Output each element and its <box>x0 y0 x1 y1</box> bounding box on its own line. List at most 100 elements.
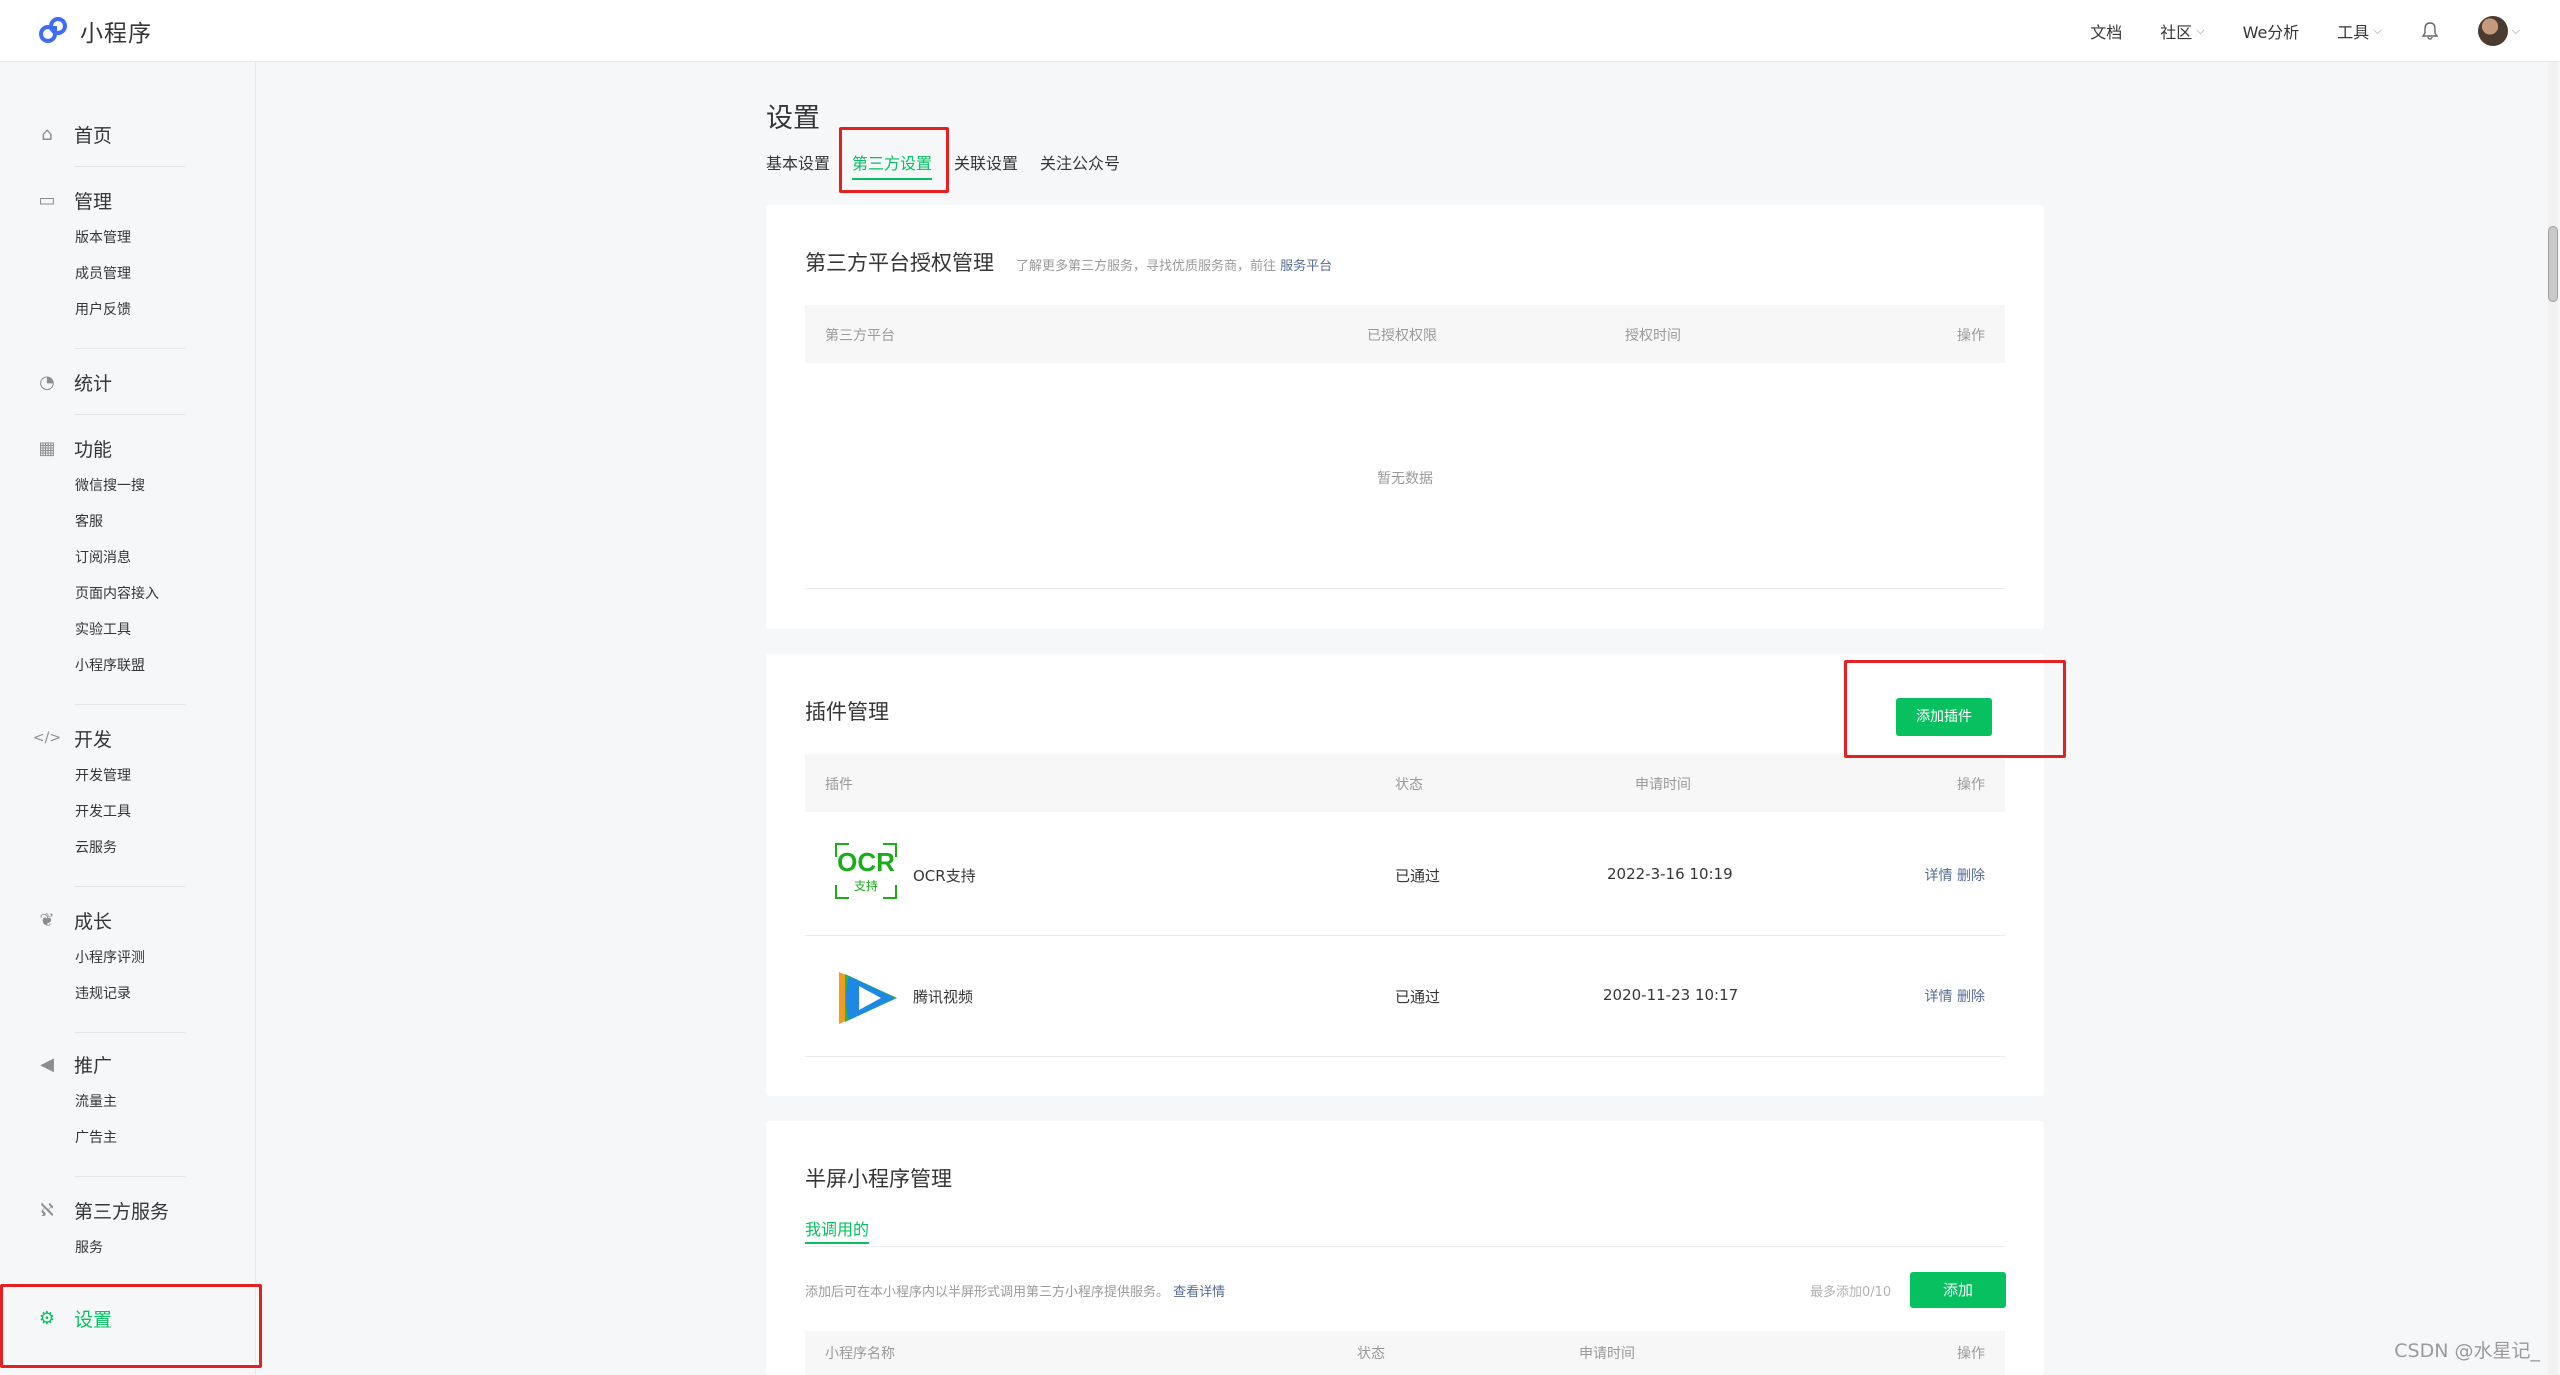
inbox-icon: ▭ <box>38 189 56 211</box>
plugin-table-header: 插件 状态 申请时间 操作 <box>805 754 2005 812</box>
plugin-time: 2022-3-16 10:19 <box>1607 865 1733 883</box>
column-header: 状态 <box>1395 777 1423 793</box>
nav-tools[interactable]: 工具 ⌵ <box>2337 19 2381 43</box>
plugin-status: 已通过 <box>1395 988 1441 1006</box>
column-header: 授权时间 <box>1625 328 1681 344</box>
scrollbar-thumb[interactable] <box>2548 226 2558 302</box>
sidebar-subitem[interactable]: 版本管理 <box>0 220 256 256</box>
sidebar-item-features[interactable]: ▦ 功能 <box>0 428 256 468</box>
column-header: 操作 <box>1957 1346 1985 1362</box>
sidebar-item-dev[interactable]: </> 开发 <box>0 718 256 758</box>
sidebar-subitem[interactable]: 订阅消息 <box>0 540 256 576</box>
desc-text: 添加后可在本小程序内以半屏形式调用第三方小程序提供服务。 <box>805 1285 1170 1300</box>
sidebar-subitem[interactable]: 客服 <box>0 504 256 540</box>
sidebar-subitem[interactable]: 广告主 <box>0 1120 256 1156</box>
app-name: 小程序 <box>80 21 152 47</box>
sidebar-section-home: ⌂ 首页 <box>0 114 256 154</box>
sidebar-subitem[interactable]: 开发工具 <box>0 794 256 830</box>
sprout-icon: ❦ <box>39 909 55 931</box>
sidebar-section-features: ▦ 功能 微信搜一搜 客服 订阅消息 页面内容接入 实验工具 小程序联盟 <box>0 428 256 684</box>
nav-docs[interactable]: 文档 <box>2090 19 2122 43</box>
sidebar-subitem[interactable]: 页面内容接入 <box>0 576 256 612</box>
tab-basic[interactable]: 基本设置 <box>766 150 830 180</box>
auth-table-header: 第三方平台 已授权权限 授权时间 操作 <box>805 305 2005 363</box>
sidebar-item-third-party[interactable]: ℵ 第三方服务 <box>0 1190 256 1230</box>
plugin-actions: 详情 删除 <box>1925 865 1985 885</box>
app-logo[interactable]: 小程序 <box>36 14 152 48</box>
sidebar-item-home[interactable]: ⌂ 首页 <box>0 114 256 154</box>
sidebar-item-label: 开发 <box>74 728 113 751</box>
auth-card-desc: 了解更多第三方服务，寻找优质服务商，前往 服务平台 <box>1016 259 1332 274</box>
column-header: 已授权权限 <box>1367 328 1437 344</box>
add-halfscreen-button[interactable]: 添加 <box>1910 1272 2006 1308</box>
table-row: 腾讯视频 已通过 2020-11-23 10:17 详情 删除 <box>805 936 2005 1056</box>
halfscreen-card: 半屏小程序管理 添加后可在本小程序内以半屏形式调用第三方小程序提供服务。 查看详… <box>766 1121 2044 1375</box>
detail-link[interactable]: 详情 <box>1925 868 1953 884</box>
highlight-box <box>839 127 949 193</box>
view-details-link[interactable]: 查看详情 <box>1173 1285 1225 1300</box>
column-header: 状态 <box>1357 1346 1385 1362</box>
delete-link[interactable]: 删除 <box>1957 868 1985 884</box>
sidebar-subitem[interactable]: 流量主 <box>0 1084 256 1120</box>
sidebar-item-stats[interactable]: ◔ 统计 <box>0 362 256 402</box>
tab-follow-official-account[interactable]: 关注公众号 <box>1040 150 1120 180</box>
sidebar-subitem[interactable]: 违规记录 <box>0 976 256 1012</box>
sidebar-subitem[interactable]: 微信搜一搜 <box>0 468 256 504</box>
sidebar-subitem[interactable]: 服务 <box>0 1230 256 1266</box>
column-header: 小程序名称 <box>825 1346 895 1362</box>
top-nav: 文档 社区 ⌵ We分析 工具 ⌵ ⌵ <box>2090 0 2520 62</box>
sidebar-item-label: 第三方服务 <box>74 1200 170 1223</box>
column-header: 第三方平台 <box>825 328 895 344</box>
sidebar-item-label: 首页 <box>74 124 113 147</box>
tab-my-calls[interactable]: 我调用的 <box>805 1216 870 1244</box>
watermark: CSDN @水星记_ <box>2394 1340 2540 1362</box>
divider <box>75 166 185 167</box>
highlight-box <box>0 1284 262 1368</box>
tencent-video-icon <box>839 972 897 1024</box>
highlight-box <box>1844 660 2066 758</box>
divider <box>805 1246 2005 1247</box>
delete-link[interactable]: 删除 <box>1957 989 1985 1005</box>
grid-icon: ▦ <box>38 437 56 459</box>
sidebar-section-stats: ◔ 统计 <box>0 362 256 402</box>
sidebar-subitem[interactable]: 用户反馈 <box>0 292 256 328</box>
divider <box>75 1032 185 1033</box>
sidebar-item-label: 推广 <box>74 1054 113 1077</box>
sidebar-item-label: 功能 <box>74 438 113 461</box>
ocr-logo-icon: OCR 支持 <box>835 843 897 899</box>
sidebar-subitem[interactable]: 开发管理 <box>0 758 256 794</box>
miniprogram-logo-icon <box>39 17 67 43</box>
auth-card: 第三方平台授权管理 了解更多第三方服务，寻找优质服务商，前往 服务平台 第三方平台… <box>766 205 2044 629</box>
sidebar-item-promo[interactable]: ◀ 推广 <box>0 1044 256 1084</box>
detail-link[interactable]: 详情 <box>1925 989 1953 1005</box>
user-menu[interactable]: ⌵ <box>2477 16 2520 46</box>
plugin-actions: 详情 删除 <box>1925 986 1985 1006</box>
column-header: 操作 <box>1957 777 1985 793</box>
sidebar-item-growth[interactable]: ❦ 成长 <box>0 900 256 940</box>
sidebar-section-dev: </> 开发 开发管理 开发工具 云服务 <box>0 718 256 866</box>
nav-we-analysis[interactable]: We分析 <box>2243 19 2300 43</box>
sidebar-subitem[interactable]: 成员管理 <box>0 256 256 292</box>
nav-tools-label: 工具 <box>2337 23 2370 42</box>
sidebar-section-promo: ◀ 推广 流量主 广告主 <box>0 1044 256 1156</box>
bell-icon[interactable] <box>2420 21 2440 41</box>
nav-community[interactable]: 社区 ⌵ <box>2160 19 2204 43</box>
halfscreen-limit: 最多添加0/10 <box>1810 1285 1892 1300</box>
divider <box>75 414 185 415</box>
sidebar: ⌂ 首页 ▭ 管理 版本管理 成员管理 用户反馈 ◔ 统计 ▦ 功能 微信搜一搜… <box>0 62 256 1375</box>
chevron-down-icon: ⌵ <box>2196 24 2205 37</box>
code-icon: </> <box>32 730 62 746</box>
sidebar-subitem[interactable]: 小程序联盟 <box>0 648 256 684</box>
sidebar-subitem[interactable]: 小程序评测 <box>0 940 256 976</box>
page-title: 设置 <box>766 103 820 134</box>
sidebar-item-manage[interactable]: ▭ 管理 <box>0 180 256 220</box>
sidebar-subitem[interactable]: 云服务 <box>0 830 256 866</box>
avatar <box>2477 16 2508 46</box>
top-bar: 小程序 文档 社区 ⌵ We分析 工具 ⌵ ⌵ <box>0 0 2560 62</box>
tab-linked[interactable]: 关联设置 <box>954 150 1018 180</box>
service-platform-link[interactable]: 服务平台 <box>1280 259 1332 274</box>
sidebar-item-label: 管理 <box>74 190 113 213</box>
column-header: 插件 <box>825 777 853 793</box>
sidebar-subitem[interactable]: 实验工具 <box>0 612 256 648</box>
plugin-time: 2020-11-23 10:17 <box>1603 986 1739 1004</box>
